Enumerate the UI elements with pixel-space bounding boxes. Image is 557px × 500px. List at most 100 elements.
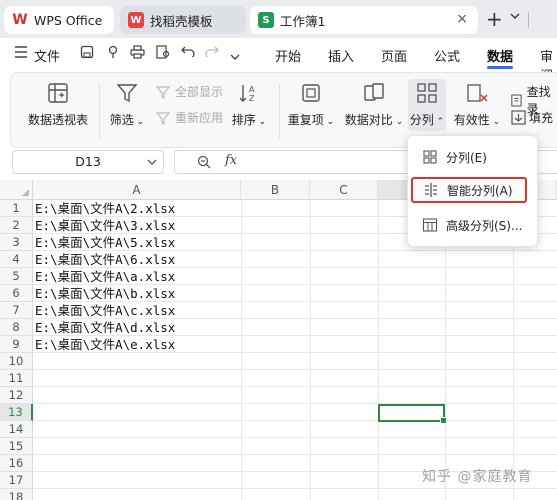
share-icon[interactable] xyxy=(106,45,120,63)
split-column-icon xyxy=(415,81,439,105)
filter-button[interactable]: 筛选 ⌄ xyxy=(107,81,147,128)
validity-label: 有效性 xyxy=(453,113,490,127)
row-header-8[interactable]: 8 xyxy=(0,319,33,336)
row-header-4[interactable]: 4 xyxy=(0,251,33,268)
fill-label: 填充 xyxy=(529,111,554,125)
menu-icon[interactable] xyxy=(14,46,28,62)
quick-access-dropdown-icon[interactable] xyxy=(230,49,240,65)
menu-data[interactable]: 数据 xyxy=(487,46,513,65)
show-all-icon xyxy=(155,85,171,99)
undo-icon[interactable] xyxy=(181,45,195,61)
fill-button[interactable]: 填充 xyxy=(511,109,553,126)
new-tab-button[interactable]: + xyxy=(486,9,503,29)
row-gridline xyxy=(33,454,557,455)
pivot-table-label: 数据透视表 xyxy=(27,113,88,127)
row-header-14[interactable]: 14 xyxy=(0,421,33,438)
row-header-3[interactable]: 3 xyxy=(0,234,33,251)
menu-item-smart-split[interactable]: 智能分列(A) xyxy=(411,177,527,203)
reapply-icon xyxy=(155,111,171,125)
cell-a1[interactable]: E:\桌面\文件A\2.xlsx xyxy=(35,200,175,217)
compare-label: 数据对比 xyxy=(344,113,393,127)
cell-a7[interactable]: E:\桌面\文件A\c.xlsx xyxy=(35,302,175,319)
row-header-6[interactable]: 6 xyxy=(0,285,33,302)
row-gridline xyxy=(33,403,557,404)
pivot-table-button[interactable]: 数据透视表 xyxy=(27,81,89,128)
menu-layout[interactable]: 页面 xyxy=(381,46,407,65)
menu-file[interactable]: 文件 xyxy=(34,46,60,65)
tab-template[interactable]: W 找稻壳模板 xyxy=(120,6,246,34)
reapply-button[interactable]: 重新应用 xyxy=(155,109,223,126)
menu-insert[interactable]: 插入 xyxy=(328,46,354,65)
row-header-13[interactable]: 13 xyxy=(0,404,33,421)
select-all-corner[interactable] xyxy=(0,180,33,200)
close-tab-icon[interactable]: × xyxy=(456,11,468,27)
tab-wps-label: WPS Office xyxy=(34,12,103,28)
cell-a6[interactable]: E:\桌面\文件A\b.xlsx xyxy=(35,285,175,302)
compare-icon xyxy=(362,81,386,105)
save-icon[interactable] xyxy=(80,45,94,63)
compare-button[interactable]: 数据对比 ⌄ xyxy=(343,81,405,128)
column-header-a[interactable]: A xyxy=(33,180,241,200)
row-gridline xyxy=(33,369,557,370)
tab-template-label: 找稻壳模板 xyxy=(150,13,213,29)
fx-icon[interactable]: fx xyxy=(225,153,237,168)
menu-start[interactable]: 开始 xyxy=(275,46,301,65)
watermark: 知乎 @家庭教育 xyxy=(422,469,533,485)
redo-icon[interactable] xyxy=(205,45,219,61)
chevron-up-icon: ⌃ xyxy=(433,117,445,127)
validity-icon xyxy=(465,81,489,105)
row-header-11[interactable]: 11 xyxy=(0,370,33,387)
fill-icon xyxy=(511,110,526,125)
cell-a8[interactable]: E:\桌面\文件A\d.xlsx xyxy=(35,319,175,336)
tab-workbook-label: 工作簿1 xyxy=(280,13,326,29)
row-header-10[interactable]: 10 xyxy=(0,353,33,370)
column-gridline xyxy=(378,200,379,500)
row-header-18[interactable]: 18 xyxy=(0,489,33,500)
row-header-2[interactable]: 2 xyxy=(0,217,33,234)
name-box[interactable]: D13 xyxy=(12,150,164,174)
row-header-17[interactable]: 17 xyxy=(0,472,33,489)
row-header-12[interactable]: 12 xyxy=(0,387,33,404)
row-header-16[interactable]: 16 xyxy=(0,455,33,472)
split-column-button[interactable]: 分列 ⌃ xyxy=(408,79,446,131)
row-header-1[interactable]: 1 xyxy=(0,200,33,217)
chevron-down-icon: ⌄ xyxy=(392,117,404,127)
show-all-button[interactable]: 全部显示 xyxy=(155,83,223,100)
split-icon xyxy=(423,150,437,164)
sort-button[interactable]: AZ 排序 ⌄ xyxy=(229,81,269,128)
cell-a2[interactable]: E:\桌面\文件A\3.xlsx xyxy=(35,217,175,234)
smart-split-icon xyxy=(425,183,437,197)
duplicates-button[interactable]: 重复项 ⌄ xyxy=(287,81,335,128)
zoom-icon[interactable] xyxy=(197,155,211,172)
menu-item-split[interactable]: 分列(E) xyxy=(412,144,535,170)
print-preview-icon[interactable] xyxy=(156,45,171,63)
row-gridline xyxy=(33,437,557,438)
sort-label: 排序 xyxy=(231,113,256,127)
svg-text:A: A xyxy=(249,85,255,94)
print-icon[interactable] xyxy=(130,45,145,63)
cell-a4[interactable]: E:\桌面\文件A\6.xlsx xyxy=(35,251,175,268)
row-header-9[interactable]: 9 xyxy=(0,336,33,353)
selected-cell-d13[interactable] xyxy=(378,404,447,424)
cell-a3[interactable]: E:\桌面\文件A\5.xlsx xyxy=(35,234,175,251)
cell-a5[interactable]: E:\桌面\文件A\a.xlsx xyxy=(35,268,175,285)
menu-bar: 文件 开始 插入 页面 公式 数据 审阅 xyxy=(0,38,557,84)
validity-button[interactable]: 有效性 ⌄ xyxy=(451,81,503,128)
row-header-5[interactable]: 5 xyxy=(0,268,33,285)
chevron-down-icon[interactable] xyxy=(510,10,520,23)
row-header-7[interactable]: 7 xyxy=(0,302,33,319)
split-column-label: 分列 xyxy=(409,113,434,127)
chevron-down-icon[interactable] xyxy=(147,151,157,182)
tab-wps-office[interactable]: W WPS Office xyxy=(4,6,114,34)
menu-item-smart-split-label: 智能分列(A) xyxy=(447,183,513,198)
menu-item-advanced-split[interactable]: 高级分列(S)... xyxy=(412,212,535,238)
spreadsheet-icon: S xyxy=(258,12,274,28)
show-all-label: 全部显示 xyxy=(175,85,224,99)
tab-workbook[interactable]: S 工作簿1 × xyxy=(250,6,478,34)
menu-formula[interactable]: 公式 xyxy=(434,46,460,65)
column-header-b[interactable]: B xyxy=(241,180,310,200)
cell-a9[interactable]: E:\桌面\文件A\e.xlsx xyxy=(35,336,175,353)
column-header-c[interactable]: C xyxy=(310,180,378,200)
row-header-15[interactable]: 15 xyxy=(0,438,33,455)
advanced-split-icon xyxy=(422,218,438,232)
